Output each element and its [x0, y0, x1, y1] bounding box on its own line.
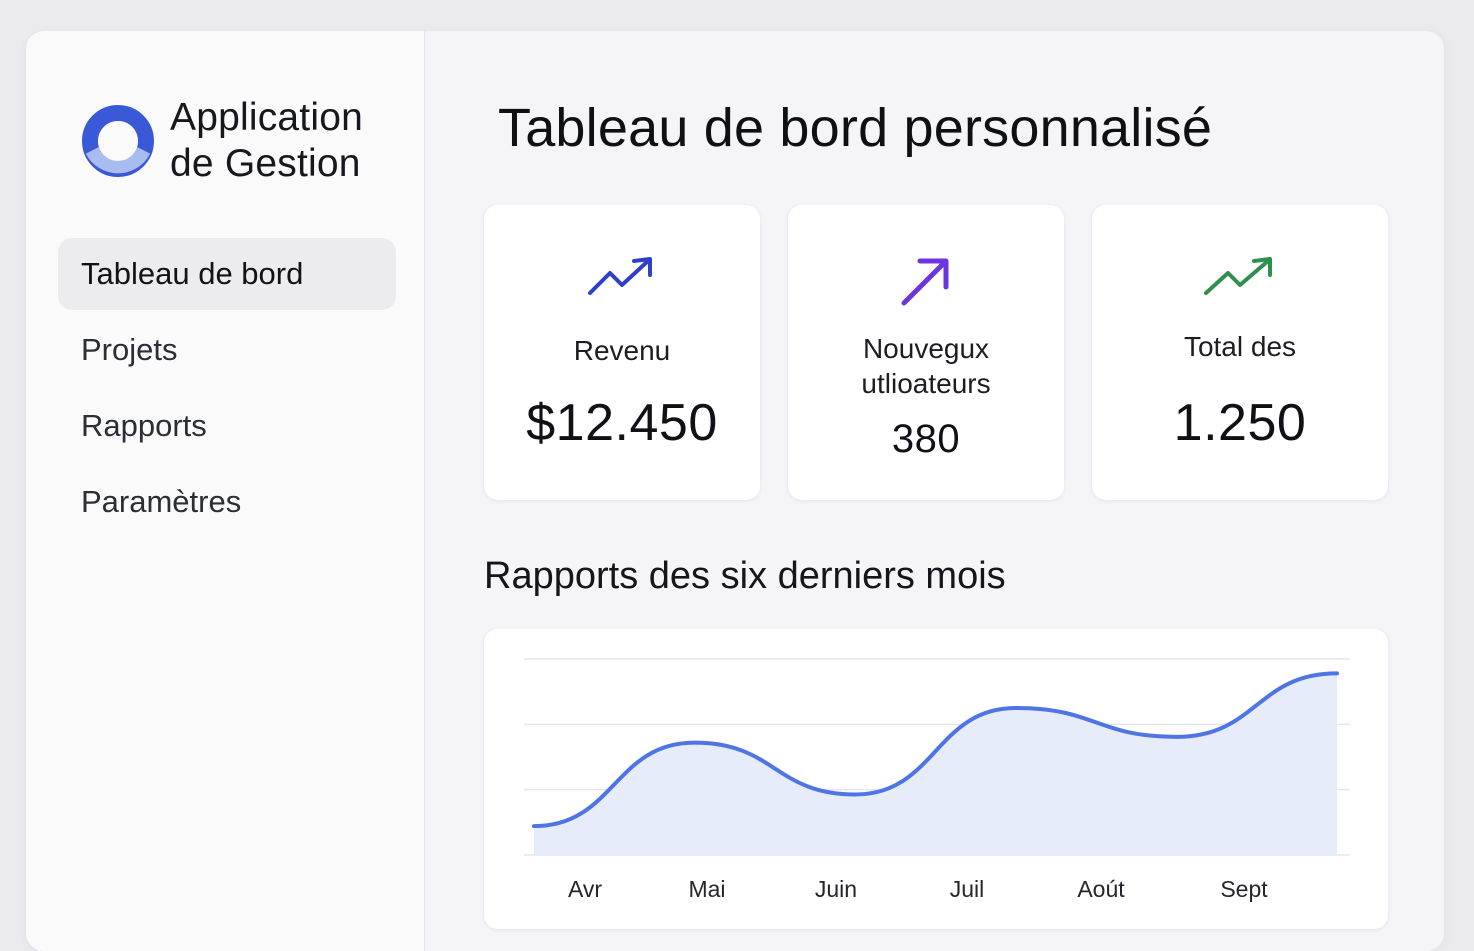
area-chart: Avr Mai Juin Juil Aoút Sept — [484, 629, 1388, 929]
app-window: Application de Gestion Tableau de bord P… — [26, 31, 1444, 951]
sidebar-nav: Tableau de bord Projets Rapports Paramèt… — [58, 238, 396, 542]
stat-label: Total des — [1092, 329, 1388, 364]
sidebar-item-label: Rapports — [81, 408, 207, 444]
trending-up-icon — [586, 253, 658, 301]
x-tick-label: Juin — [815, 876, 857, 902]
stat-value: 1.250 — [1092, 393, 1388, 453]
sidebar-item-dashboard[interactable]: Tableau de bord — [58, 238, 396, 310]
app-name-line2: de Gestion — [170, 141, 363, 187]
chart-area-fill — [534, 673, 1337, 855]
x-tick-label: Avr — [568, 876, 602, 902]
main-content: Tableau de bord personnalisé Revenu $12.… — [424, 31, 1444, 951]
sidebar-item-reports[interactable]: Rapports — [58, 390, 396, 462]
brand: Application de Gestion — [80, 95, 363, 187]
app-name: Application de Gestion — [170, 95, 363, 187]
sidebar: Application de Gestion Tableau de bord P… — [26, 31, 425, 951]
stat-label-line1: Nouvegux — [788, 331, 1064, 366]
x-tick-label: Sept — [1220, 876, 1268, 902]
sidebar-item-settings[interactable]: Paramètres — [58, 466, 396, 538]
stat-value: $12.450 — [484, 393, 760, 453]
trending-up-icon — [1202, 253, 1278, 301]
x-tick-label: Mai — [688, 876, 725, 902]
stat-card-new-users: Nouvegux utlioateurs 380 — [788, 205, 1064, 500]
stat-label: Nouvegux utlioateurs — [788, 331, 1064, 401]
sidebar-item-label: Projets — [81, 332, 177, 368]
x-tick-label: Juil — [950, 876, 985, 902]
arrow-up-right-icon — [898, 253, 954, 309]
chart-section-title: Rapports des six derniers mois — [484, 555, 1006, 598]
chart-card: Avr Mai Juin Juil Aoút Sept — [484, 629, 1388, 929]
sidebar-item-label: Paramètres — [81, 484, 241, 520]
app-logo-icon — [80, 103, 156, 179]
stat-card-revenue: Revenu $12.450 — [484, 205, 760, 500]
stat-card-total: Total des 1.250 — [1092, 205, 1388, 500]
x-tick-label: Aoút — [1077, 876, 1125, 902]
page-title: Tableau de bord personnalisé — [498, 97, 1212, 159]
sidebar-item-label: Tableau de bord — [81, 256, 303, 292]
stat-value: 380 — [788, 417, 1064, 462]
app-name-line1: Application — [170, 95, 363, 141]
sidebar-item-projects[interactable]: Projets — [58, 314, 396, 386]
stat-label-line2: utlioateurs — [788, 366, 1064, 401]
stat-label: Revenu — [484, 333, 760, 368]
